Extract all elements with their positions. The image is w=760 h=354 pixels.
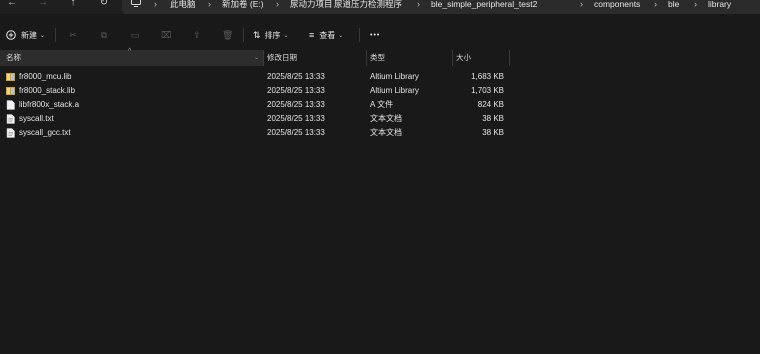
- chevron-right-icon: ›: [276, 0, 279, 9]
- sort-icon: ⇅: [253, 29, 261, 40]
- file-size: 824 KB: [477, 100, 504, 109]
- chevron-right-icon: ›: [208, 0, 211, 9]
- chevron-right-icon: ›: [694, 0, 697, 9]
- chevron-down-icon: ⌄: [283, 32, 289, 39]
- forward-arrow-icon[interactable]: →: [36, 0, 50, 8]
- file-type: Altium Library: [370, 86, 419, 95]
- breadcrumb-item[interactable]: ble: [668, 0, 679, 9]
- new-button-label: 新建: [21, 30, 37, 40]
- file-row[interactable]: syscall.txt 2025/8/25 13:33 文本文档 38 KB: [0, 112, 760, 125]
- plus-circle-icon: [6, 30, 16, 40]
- file-name: fr8000_mcu.lib: [19, 72, 72, 81]
- library-file-icon: [6, 73, 15, 81]
- toolbar-divider: [243, 28, 244, 42]
- rename-icon[interactable]: ⌧: [161, 30, 171, 40]
- cut-icon[interactable]: ✂: [68, 30, 78, 40]
- copy-icon[interactable]: ⧉: [99, 30, 109, 40]
- library-file-icon: [6, 87, 15, 95]
- more-options-button[interactable]: •••: [370, 28, 380, 42]
- view-button-label: 查看: [319, 30, 336, 40]
- sort-ascending-icon: ^: [128, 48, 132, 55]
- breadcrumb-item[interactable]: 尿动力项目: [290, 0, 333, 9]
- chevron-down-icon: ⌄: [40, 32, 46, 39]
- file-row[interactable]: fr8000_mcu.lib 2025/8/25 13:33 Altium Li…: [0, 70, 760, 83]
- sort-button-label: 排序: [264, 30, 281, 40]
- share-icon[interactable]: ⇪: [192, 30, 202, 40]
- file-size: 38 KB: [482, 114, 504, 123]
- file-date: 2025/8/25 13:33: [267, 86, 325, 95]
- file-size: 1,703 KB: [471, 86, 504, 95]
- command-bar: 新建 ⌄ ✂ ⧉ ▭ ⌧ ⇪ 🗑 ⇅ 排序 ⌄ ≡ 查看 ⌄ •••: [0, 22, 760, 48]
- file-size: 38 KB: [482, 128, 504, 137]
- file-name: syscall.txt: [19, 114, 54, 123]
- file-date: 2025/8/25 13:33: [267, 114, 325, 123]
- column-header-name-label: 名称: [6, 53, 21, 62]
- column-divider[interactable]: [509, 50, 510, 66]
- up-arrow-icon[interactable]: ↑: [66, 0, 80, 8]
- column-header-type[interactable]: 类型: [366, 50, 452, 66]
- chevron-down-icon: ⌄: [338, 32, 344, 39]
- file-type: A 文件: [370, 100, 394, 109]
- blank-file-icon: [6, 100, 15, 110]
- chevron-right-icon: ›: [654, 0, 657, 9]
- text-file-icon: [6, 114, 15, 124]
- chevron-right-icon: ›: [580, 0, 583, 9]
- new-button[interactable]: 新建 ⌄: [6, 28, 45, 42]
- column-header-name[interactable]: 名称 ^ ⌄: [0, 48, 263, 66]
- breadcrumb-item[interactable]: 新加卷 (E:): [222, 0, 264, 9]
- breadcrumb-item[interactable]: 此电脑: [170, 0, 196, 9]
- sort-button[interactable]: ⇅ 排序 ⌄: [253, 28, 289, 42]
- address-bar[interactable]: › 此电脑 › 新加卷 (E:) › 尿动力项目 › 尿道压力检测程序 › bl…: [122, 0, 760, 14]
- file-date: 2025/8/25 13:33: [267, 100, 325, 109]
- column-header-type-label: 类型: [370, 53, 385, 62]
- view-button[interactable]: ≡ 查看 ⌄: [309, 28, 343, 42]
- file-size: 1,683 KB: [471, 72, 504, 81]
- paste-icon[interactable]: ▭: [130, 30, 140, 40]
- chevron-right-icon: ›: [417, 0, 420, 9]
- chevron-right-icon: ›: [320, 0, 323, 9]
- back-arrow-icon[interactable]: ←: [5, 0, 19, 8]
- file-date: 2025/8/25 13:33: [267, 128, 325, 137]
- breadcrumb-item[interactable]: library: [708, 0, 731, 9]
- breadcrumb-item[interactable]: 尿道压力检测程序: [334, 0, 402, 9]
- column-header-size[interactable]: 大小: [452, 50, 509, 66]
- file-row[interactable]: fr8000_stack.lib 2025/8/25 13:33 Altium …: [0, 84, 760, 97]
- chevron-down-icon: ⌄: [254, 55, 260, 61]
- file-date: 2025/8/25 13:33: [267, 72, 325, 81]
- computer-icon: [131, 0, 141, 7]
- file-name: libfr800x_stack.a: [19, 100, 80, 109]
- refresh-icon[interactable]: ↻: [97, 0, 111, 8]
- delete-icon[interactable]: 🗑: [222, 30, 233, 40]
- breadcrumb-item[interactable]: components: [594, 0, 640, 9]
- file-type: Altium Library: [370, 72, 419, 81]
- file-name: syscall_gcc.txt: [19, 128, 71, 137]
- column-header: 名称 ^ ⌄ 修改日期 类型 大小: [0, 48, 760, 66]
- view-icon: ≡: [309, 30, 315, 40]
- file-type: 文本文档: [370, 128, 402, 137]
- file-name: fr8000_stack.lib: [19, 86, 76, 95]
- toolbar-divider: [55, 28, 56, 42]
- column-header-date[interactable]: 修改日期: [263, 50, 366, 66]
- breadcrumb-item[interactable]: ble_simple_peripheral_test2: [431, 0, 537, 9]
- column-header-size-label: 大小: [456, 53, 471, 62]
- file-row[interactable]: syscall_gcc.txt 2025/8/25 13:33 文本文档 38 …: [0, 126, 760, 139]
- toolbar-divider: [359, 28, 360, 42]
- more-options-icon: •••: [370, 31, 381, 39]
- chevron-right-icon: ›: [154, 0, 157, 9]
- column-header-date-label: 修改日期: [267, 53, 297, 62]
- file-type: 文本文档: [370, 114, 402, 123]
- text-file-icon: [6, 128, 15, 138]
- file-row[interactable]: libfr800x_stack.a 2025/8/25 13:33 A 文件 8…: [0, 98, 760, 111]
- navigation-bar: ← → ↑ ↻ › 此电脑 › 新加卷 (E:) › 尿动力项目 › 尿道压力检…: [0, 0, 760, 14]
